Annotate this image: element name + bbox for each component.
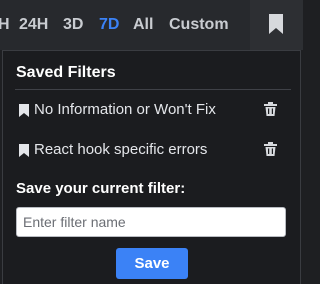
tab-24h[interactable]: 24H <box>19 15 48 35</box>
delete-filter-button[interactable] <box>261 138 281 160</box>
save-button[interactable]: Save <box>116 248 188 279</box>
tab-custom[interactable]: Custom <box>169 15 229 35</box>
tab-7d[interactable]: 7D <box>99 15 119 35</box>
saved-filters-panel: Saved Filters No Information or Won't Fi… <box>2 50 301 284</box>
time-range-bar: H 24H 3D 7D All Custom <box>0 0 303 50</box>
saved-filter-label: React hook specific errors <box>34 141 208 158</box>
filter-name-input[interactable] <box>16 207 286 237</box>
panel-title: Saved Filters <box>16 64 116 81</box>
saved-filter-label: No Information or Won't Fix <box>34 101 216 118</box>
tab-all[interactable]: All <box>133 15 153 35</box>
save-filter-heading: Save your current filter: <box>16 180 186 197</box>
trash-icon <box>264 142 277 156</box>
divider <box>15 89 291 90</box>
saved-filter-item[interactable]: React hook specific errors <box>3 131 300 169</box>
tab-h[interactable]: H <box>0 15 10 35</box>
bookmark-icon <box>19 104 29 117</box>
bookmark-icon <box>19 144 29 157</box>
saved-filters-toggle-button[interactable] <box>250 0 303 50</box>
saved-filter-item[interactable]: No Information or Won't Fix <box>3 91 300 129</box>
delete-filter-button[interactable] <box>261 98 281 120</box>
trash-icon <box>264 102 277 116</box>
bookmark-icon <box>269 14 283 34</box>
tab-3d[interactable]: 3D <box>63 15 83 35</box>
